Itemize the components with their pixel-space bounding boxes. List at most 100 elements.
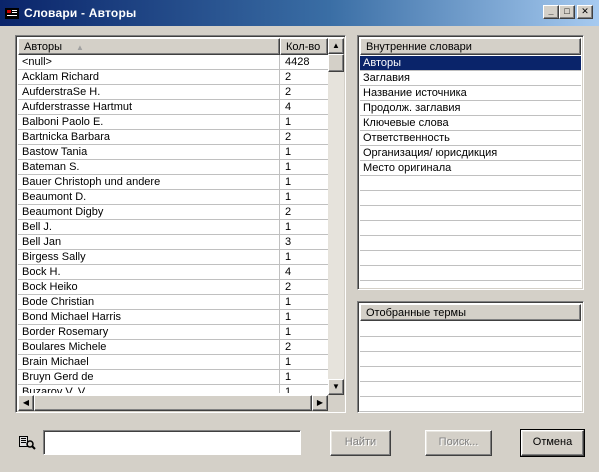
author-count-cell: 1 [285, 161, 292, 173]
empty-list-line [360, 397, 581, 412]
author-count-cell: 1 [285, 221, 292, 233]
horizontal-scroll-thumb[interactable] [34, 395, 312, 411]
author-name-cell: Border Rosemary [18, 325, 280, 340]
table-row[interactable]: Bastow Tania 1 [18, 145, 328, 160]
author-count-cell: 2 [285, 86, 292, 98]
author-count-cell: 3 [285, 236, 292, 248]
author-name-cell: Bastow Tania [18, 145, 280, 160]
selected-terms-header-label: Отобранные термы [366, 307, 466, 319]
table-row[interactable]: Buzarov V. V. 1 [18, 385, 328, 393]
dictionary-item[interactable]: Ключевые слова [360, 116, 581, 131]
author-name-cell: Boulares Michele [18, 340, 280, 355]
selected-terms-header: Отобранные термы [360, 304, 581, 321]
table-row[interactable]: Bauer Christoph und andere 1 [18, 175, 328, 190]
find-button[interactable]: Найти [330, 430, 391, 456]
author-name-cell: Bauer Christoph und andere [18, 175, 280, 190]
horizontal-scrollbar[interactable]: ◀ ▶ [18, 395, 328, 411]
author-count-cell: 2 [285, 206, 292, 218]
author-name-cell: Bell J. [18, 220, 280, 235]
key-lookup-icon[interactable] [18, 433, 36, 451]
dictionary-item[interactable]: Продолж. заглавия [360, 101, 581, 116]
author-count-cell: 1 [285, 311, 292, 323]
close-button[interactable]: ✕ [577, 5, 593, 19]
author-count-cell: 2 [285, 281, 292, 293]
minimize-icon: _ [548, 6, 554, 16]
minimize-button[interactable]: _ [543, 5, 559, 19]
table-row[interactable]: Balboni Paolo E. 1 [18, 115, 328, 130]
title-bar[interactable]: Словари - Авторы _ □ ✕ [0, 0, 599, 26]
column-header-authors-label: Авторы [24, 41, 62, 53]
empty-list-line [360, 352, 581, 367]
maximize-icon: □ [564, 6, 570, 16]
author-count-cell: 2 [285, 131, 292, 143]
selected-terms-grid [360, 322, 581, 412]
empty-list-line [360, 322, 581, 337]
cancel-button[interactable]: Отмена [520, 429, 585, 457]
dictionary-item[interactable]: Ответственность [360, 131, 581, 146]
table-row[interactable]: Beaumont D. 1 [18, 190, 328, 205]
empty-list-line [360, 266, 581, 281]
column-header-count[interactable]: Кол-во [280, 38, 328, 55]
arrow-up-icon[interactable]: ▲ [328, 38, 344, 54]
table-row[interactable]: Border Rosemary 1 [18, 325, 328, 340]
dictionary-item[interactable]: Авторы [360, 56, 581, 71]
author-count-cell: 1 [285, 356, 292, 368]
dictionary-item[interactable]: Организация/ юрисдикция [360, 146, 581, 161]
table-row[interactable]: Bruyn Gerd de 1 [18, 370, 328, 385]
empty-list-line [360, 236, 581, 251]
table-row[interactable]: Bateman S. 1 [18, 160, 328, 175]
author-count-cell: 1 [285, 251, 292, 263]
table-row[interactable]: Beaumont Digby 2 [18, 205, 328, 220]
empty-list-line [360, 176, 581, 191]
dictionaries-header: Внутренние словари [360, 38, 581, 55]
table-row[interactable]: Bond Michael Harris 1 [18, 310, 328, 325]
empty-list-line [360, 382, 581, 397]
author-count-cell: 2 [285, 341, 292, 353]
maximize-button[interactable]: □ [559, 5, 575, 19]
author-name-cell: Aufderstrasse Hartmut [18, 100, 280, 115]
author-name-cell: Bock Heiko [18, 280, 280, 295]
authors-rows: <null> 4428 Acklam Richard 2 AufderstraSe H.… [18, 55, 328, 393]
author-name-cell: Bruyn Gerd de [18, 370, 280, 385]
authors-table[interactable]: Авторы ▲ Кол-во <null> 4428 Acklam Richard 2… [15, 35, 346, 413]
table-row[interactable]: Bock H. 4 [18, 265, 328, 280]
author-count-cell: 1 [285, 386, 292, 393]
author-name-cell: AufderstraSe H. [18, 85, 280, 100]
search-button-label: Поиск... [438, 436, 479, 448]
table-row[interactable]: Aufderstrasse Hartmut 4 [18, 100, 328, 115]
author-name-cell: Beaumont Digby [18, 205, 280, 220]
search-input[interactable] [43, 430, 301, 455]
table-row[interactable]: AufderstraSe H. 2 [18, 85, 328, 100]
dictionary-item[interactable]: Заглавия [360, 71, 581, 86]
table-row[interactable]: Bell J. 1 [18, 220, 328, 235]
table-row[interactable]: Boulares Michele 2 [18, 340, 328, 355]
empty-list-line [360, 191, 581, 206]
author-count-cell: 2 [285, 71, 292, 83]
dictionaries-list[interactable]: Внутренние словари Авторы Заглавия Названи… [357, 35, 584, 290]
arrow-down-icon[interactable]: ▼ [328, 379, 344, 395]
table-row[interactable]: <null> 4428 [18, 55, 328, 70]
column-header-authors[interactable]: Авторы ▲ [18, 38, 280, 55]
search-button[interactable]: Поиск... [425, 430, 492, 456]
dictionaries-items: Авторы Заглавия Название источника Продолж.… [360, 56, 581, 281]
vertical-scroll-thumb[interactable] [328, 54, 344, 72]
dictionary-item[interactable]: Место оригинала [360, 161, 581, 176]
author-name-cell: <null> [18, 55, 280, 70]
table-row[interactable]: Bell Jan 3 [18, 235, 328, 250]
table-row[interactable]: Acklam Richard 2 [18, 70, 328, 85]
vertical-scrollbar[interactable]: ▲ ▼ [328, 38, 344, 395]
arrow-left-icon[interactable]: ◀ [18, 395, 34, 411]
table-row[interactable]: Birgess Sally 1 [18, 250, 328, 265]
window-title: Словари - Авторы [24, 6, 137, 20]
author-name-cell: Bartnicka Barbara [18, 130, 280, 145]
close-icon: ✕ [581, 6, 589, 16]
table-row[interactable]: Bode Christian 1 [18, 295, 328, 310]
dictionary-item[interactable]: Название источника [360, 86, 581, 101]
arrow-right-icon[interactable]: ▶ [312, 395, 328, 411]
author-count-cell: 4 [285, 101, 292, 113]
table-row[interactable]: Bock Heiko 2 [18, 280, 328, 295]
selected-terms-list[interactable]: Отобранные термы [357, 301, 584, 413]
table-row[interactable]: Brain Michael 1 [18, 355, 328, 370]
author-name-cell: Bond Michael Harris [18, 310, 280, 325]
table-row[interactable]: Bartnicka Barbara 2 [18, 130, 328, 145]
